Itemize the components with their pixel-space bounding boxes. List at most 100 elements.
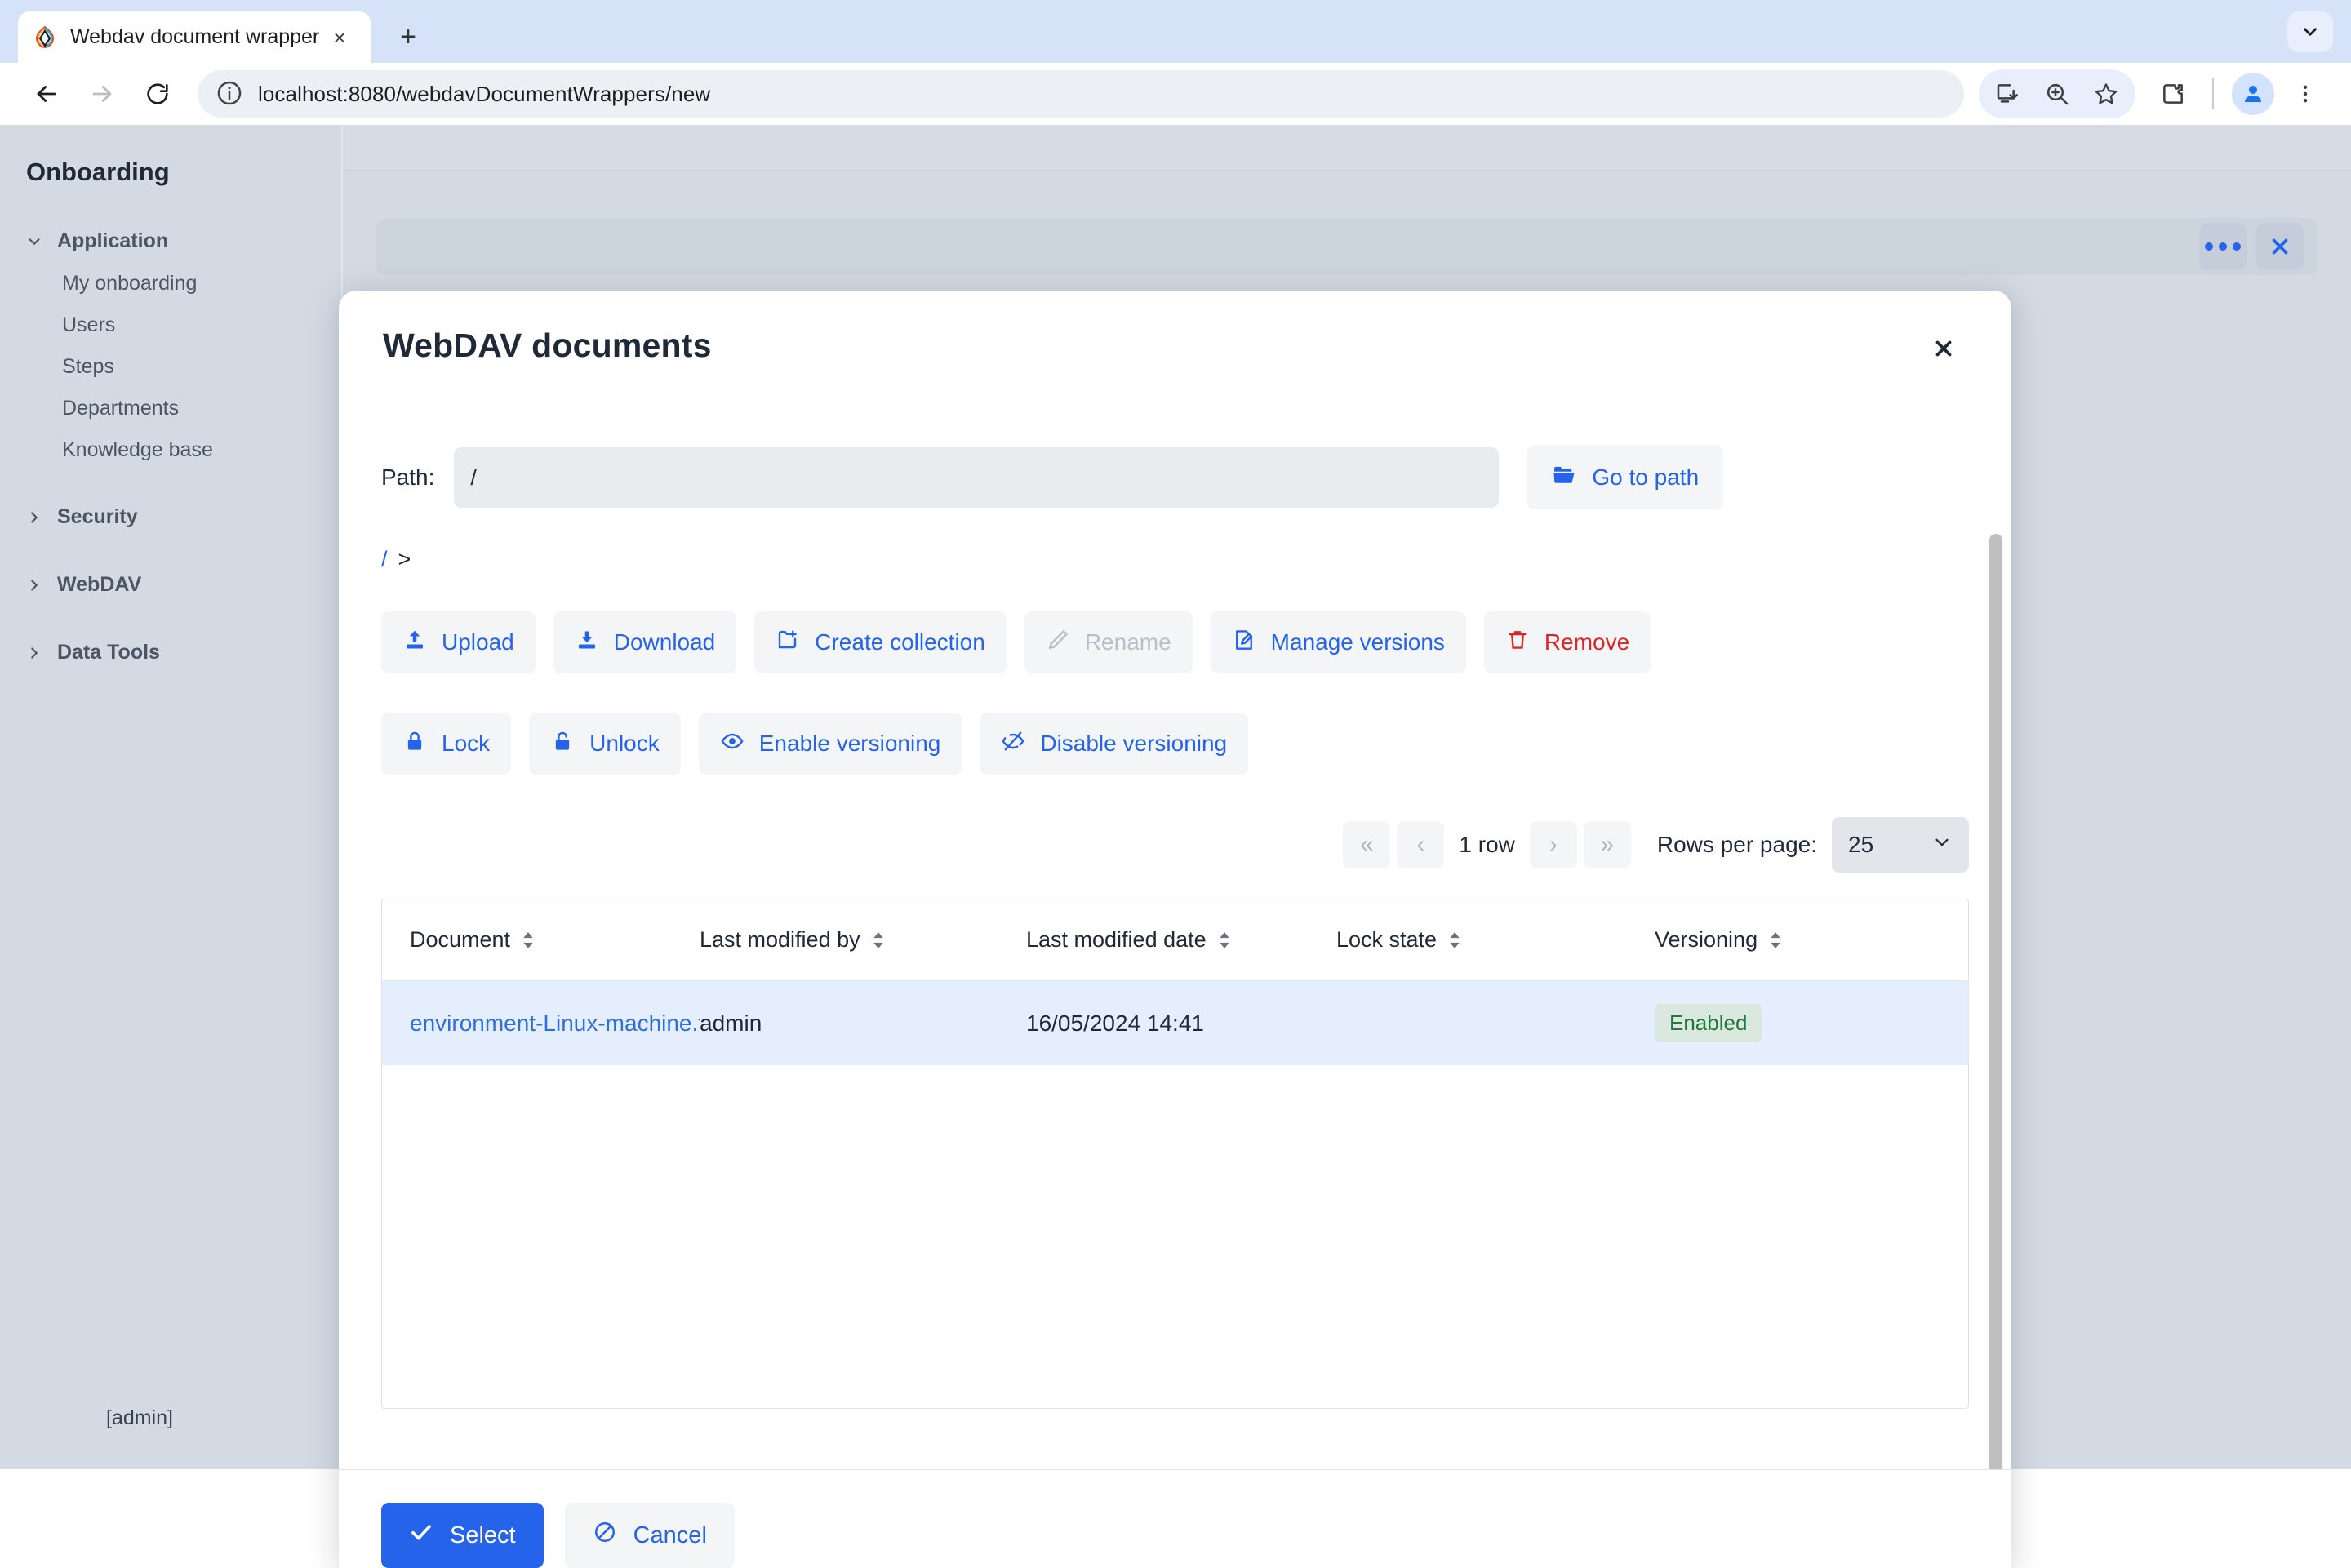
- column-label: Last modified by: [700, 927, 860, 953]
- extensions-icon[interactable]: [2149, 69, 2198, 118]
- edit-document-icon: [1232, 628, 1256, 658]
- folder-plus-icon: [776, 628, 800, 658]
- dialog-body: Path: Go to path / >: [339, 371, 2011, 1469]
- remove-button[interactable]: Remove: [1484, 611, 1651, 673]
- enable-versioning-label: Enable versioning: [759, 731, 941, 757]
- dialog-title: WebDAV documents: [383, 326, 712, 365]
- lock-button[interactable]: Lock: [381, 713, 511, 775]
- column-label: Document: [410, 927, 510, 953]
- select-button[interactable]: Select: [381, 1503, 544, 1568]
- manage-versions-label: Manage versions: [1271, 629, 1445, 655]
- rows-per-page-select[interactable]: 25: [1832, 817, 1969, 873]
- trash-icon: [1505, 628, 1530, 658]
- profile-avatar-icon[interactable]: [2229, 69, 2278, 118]
- pencil-icon: [1046, 628, 1070, 658]
- rows-per-page-label: Rows per page:: [1657, 832, 1817, 858]
- path-input[interactable]: [454, 447, 1499, 508]
- column-label: Last modified date: [1026, 927, 1207, 953]
- last-page-button[interactable]: »: [1584, 821, 1631, 868]
- breadcrumb-root-link[interactable]: /: [381, 547, 388, 572]
- row-count-label: 1 row: [1459, 832, 1514, 858]
- sort-icon: [522, 932, 535, 948]
- download-icon: [575, 628, 599, 658]
- download-button[interactable]: Download: [553, 611, 737, 673]
- document-link[interactable]: environment-Linux-machine.txt: [410, 1011, 700, 1037]
- documents-table: Document Last m: [382, 899, 1968, 1065]
- rename-label: Rename: [1085, 629, 1171, 655]
- toolbar-divider: [2212, 78, 2214, 109]
- zoom-icon[interactable]: [2033, 69, 2082, 118]
- address-bar[interactable]: localhost:8080/webdavDocumentWrappers/ne…: [198, 70, 1964, 118]
- bookmark-star-icon[interactable]: [2082, 69, 2131, 118]
- breadcrumb: / >: [381, 547, 1969, 572]
- previous-page-button[interactable]: ‹: [1397, 821, 1444, 868]
- chrome-menu-icon[interactable]: [2281, 69, 2330, 118]
- app-favicon-icon: [33, 25, 57, 50]
- folder-open-icon: [1551, 462, 1577, 494]
- column-label: Versioning: [1655, 927, 1758, 953]
- upload-button[interactable]: Upload: [381, 611, 536, 673]
- dialog-footer: Select Cancel: [339, 1469, 2011, 1568]
- pagination-bar: « ‹ 1 row › » Rows per page: 25: [381, 817, 1969, 873]
- no-entry-icon: [593, 1520, 617, 1551]
- disable-versioning-label: Disable versioning: [1040, 731, 1227, 757]
- browser-toolbar: localhost:8080/webdavDocumentWrappers/ne…: [0, 63, 2351, 125]
- webdav-documents-dialog: WebDAV documents Path: Go to path: [339, 291, 2011, 1568]
- browser-tab[interactable]: Webdav document wrapper ×: [18, 11, 371, 63]
- dialog-close-icon[interactable]: [1927, 331, 1961, 371]
- select-label: Select: [450, 1522, 516, 1549]
- unlock-label: Unlock: [589, 731, 660, 757]
- column-header-document[interactable]: Document: [382, 899, 700, 981]
- eye-off-icon: [1001, 729, 1025, 759]
- back-navigation-icon[interactable]: [21, 69, 72, 119]
- reload-icon[interactable]: [132, 69, 183, 119]
- documents-table-container: Document Last m: [381, 899, 1969, 1409]
- cancel-button[interactable]: Cancel: [565, 1503, 735, 1568]
- cell-last-modified-date: 16/05/2024 14:41: [1026, 981, 1336, 1066]
- create-collection-label: Create collection: [815, 629, 985, 655]
- check-icon: [409, 1520, 433, 1551]
- install-app-icon[interactable]: [1984, 69, 2033, 118]
- column-header-lock-state[interactable]: Lock state: [1336, 899, 1655, 981]
- next-page-button[interactable]: ›: [1530, 821, 1577, 868]
- dialog-scrollbar[interactable]: [1989, 534, 2003, 1469]
- tab-search-chevron-down-icon[interactable]: [2287, 11, 2333, 52]
- action-buttons-row-2: Lock Unlock: [381, 713, 1969, 775]
- cell-versioning: Enabled: [1655, 981, 1968, 1066]
- sort-icon: [1218, 932, 1231, 948]
- chevron-down-icon: [1931, 832, 1953, 859]
- address-bar-url: localhost:8080/webdavDocumentWrappers/ne…: [258, 82, 710, 107]
- breadcrumb-separator: >: [398, 547, 411, 572]
- table-row[interactable]: environment-Linux-machine.txt admin 16/0…: [382, 981, 1968, 1066]
- path-row: Path: Go to path: [381, 446, 1969, 509]
- first-page-button[interactable]: «: [1343, 821, 1390, 868]
- cell-document[interactable]: environment-Linux-machine.txt: [382, 981, 700, 1066]
- disable-versioning-button[interactable]: Disable versioning: [980, 713, 1248, 775]
- rows-per-page-value: 25: [1848, 832, 1873, 858]
- unlock-button[interactable]: Unlock: [529, 713, 681, 775]
- lock-open-icon: [550, 729, 575, 759]
- column-header-last-modified-date[interactable]: Last modified date: [1026, 899, 1336, 981]
- manage-versions-button[interactable]: Manage versions: [1211, 611, 1466, 673]
- enable-versioning-button[interactable]: Enable versioning: [699, 713, 962, 775]
- site-info-icon[interactable]: [216, 79, 245, 109]
- column-header-versioning[interactable]: Versioning: [1655, 899, 1968, 981]
- tab-close-icon[interactable]: ×: [323, 21, 356, 54]
- browser-toolbar-icons: [1979, 69, 2330, 118]
- go-to-path-label: Go to path: [1592, 464, 1699, 491]
- table-header-row: Document Last m: [382, 899, 1968, 981]
- cell-last-modified-by: admin: [700, 981, 1026, 1066]
- upload-icon: [402, 628, 427, 658]
- cancel-label: Cancel: [633, 1522, 707, 1549]
- cell-lock-state: [1336, 981, 1655, 1066]
- create-collection-button[interactable]: Create collection: [754, 611, 1007, 673]
- path-label: Path:: [381, 464, 434, 491]
- rename-button[interactable]: Rename: [1024, 611, 1193, 673]
- browser-tab-title: Webdav document wrapper: [70, 25, 323, 49]
- lock-label: Lock: [442, 731, 490, 757]
- app-root: Onboarding Application My onboarding Use…: [0, 125, 2351, 1469]
- forward-navigation-icon[interactable]: [77, 69, 127, 119]
- new-tab-button[interactable]: +: [385, 14, 431, 60]
- column-header-last-modified-by[interactable]: Last modified by: [700, 899, 1026, 981]
- go-to-path-button[interactable]: Go to path: [1527, 446, 1723, 509]
